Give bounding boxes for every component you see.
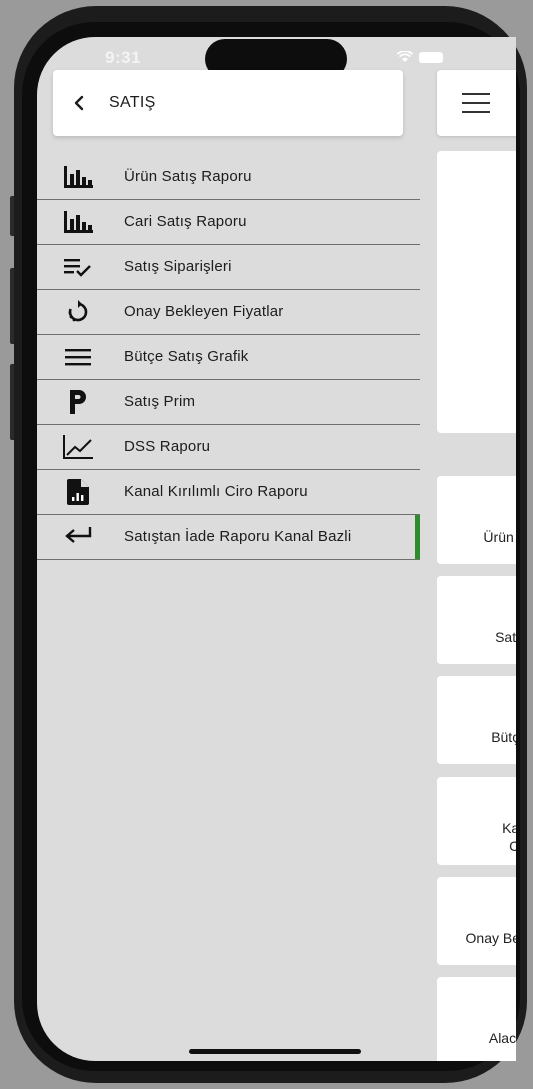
sidebar-item-satistan-iade-raporu-kanal-bazli[interactable]: Satıştan İade Raporu Kanal Bazli bbox=[37, 515, 420, 560]
sidebar-item-satis-siparisleri[interactable]: Satış Siparişleri bbox=[37, 245, 420, 290]
checklist-icon bbox=[62, 254, 94, 280]
chevron-left-icon[interactable] bbox=[71, 94, 89, 112]
sidebar-item-label: DSS Raporu bbox=[124, 438, 211, 455]
hamburger-menu-icon[interactable] bbox=[462, 93, 490, 113]
main-card-label: Kan Cir bbox=[502, 820, 516, 854]
sidebar-item-label: Bütçe Satış Grafik bbox=[124, 348, 249, 365]
sidebar-item-urun-satis-raporu[interactable]: Ürün Satış Raporu bbox=[37, 155, 420, 200]
sidebar-item-label: Ürün Satış Raporu bbox=[124, 168, 252, 185]
sidebar-item-label: Satış Prim bbox=[124, 393, 196, 410]
sidebar-item-label: Kanal Kırılımlı Ciro Raporu bbox=[124, 483, 308, 500]
sidebar-item-dss-raporu[interactable]: DSS Raporu bbox=[37, 425, 420, 470]
sidebar-menu: Ürün Satış Raporu Cari Satış Raporu Satı… bbox=[37, 155, 420, 560]
main-card[interactable]: Onay Bek bbox=[437, 877, 516, 965]
main-card-label: Bütçe bbox=[491, 729, 516, 745]
main-card[interactable]: Ürün S bbox=[437, 476, 516, 564]
screen: 9:31 Ürün S Satış Bütçe Kan Cir Onay Bek… bbox=[37, 37, 516, 1061]
sidebar-item-butce-satis-grafik[interactable]: Bütçe Satış Grafik bbox=[37, 335, 420, 380]
main-summary-card bbox=[437, 151, 516, 433]
status-icons bbox=[397, 51, 443, 63]
main-card[interactable]: Satış bbox=[437, 576, 516, 664]
sidebar-item-label: Cari Satış Raporu bbox=[124, 213, 247, 230]
wifi-icon bbox=[397, 51, 413, 62]
main-card-label: Satış bbox=[495, 629, 516, 645]
bar-chart-icon bbox=[62, 209, 94, 235]
sidebar-header: SATIŞ bbox=[53, 70, 403, 136]
main-header bbox=[437, 70, 516, 136]
line-chart-icon bbox=[62, 434, 94, 460]
sidebar-title: SATIŞ bbox=[109, 94, 156, 111]
status-time: 9:31 bbox=[105, 48, 142, 67]
return-arrow-icon bbox=[62, 524, 94, 550]
sidebar-item-onay-bekleyen-fiyatlar[interactable]: Onay Bekleyen Fiyatlar bbox=[37, 290, 420, 335]
sidebar-item-satis-prim[interactable]: Satış Prim bbox=[37, 380, 420, 425]
main-card[interactable]: Alacal bbox=[437, 977, 516, 1061]
sidebar-item-kanal-kirilimli-ciro-raporu[interactable]: Kanal Kırılımlı Ciro Raporu bbox=[37, 470, 420, 515]
battery-icon bbox=[419, 51, 443, 63]
refresh-icon bbox=[62, 299, 94, 325]
menu-lines-icon bbox=[62, 344, 94, 370]
main-card-label: Ürün S bbox=[483, 529, 514, 545]
p-letter-icon bbox=[62, 389, 94, 415]
home-indicator[interactable] bbox=[189, 1049, 361, 1054]
bar-chart-icon bbox=[62, 164, 94, 190]
sidebar-item-label: Satıştan İade Raporu Kanal Bazli bbox=[124, 528, 352, 545]
sidebar-item-label: Onay Bekleyen Fiyatlar bbox=[124, 303, 284, 320]
main-card-label: Alacal bbox=[488, 1030, 516, 1046]
main-card[interactable]: Bütçe bbox=[437, 676, 516, 764]
sidebar-item-cari-satis-raporu[interactable]: Cari Satış Raporu bbox=[37, 200, 420, 245]
sidebar-item-label: Satış Siparişleri bbox=[124, 258, 232, 275]
main-card-label: Onay Bek bbox=[465, 930, 516, 946]
main-card[interactable]: Kan Cir bbox=[437, 777, 516, 865]
report-file-icon bbox=[62, 479, 94, 505]
